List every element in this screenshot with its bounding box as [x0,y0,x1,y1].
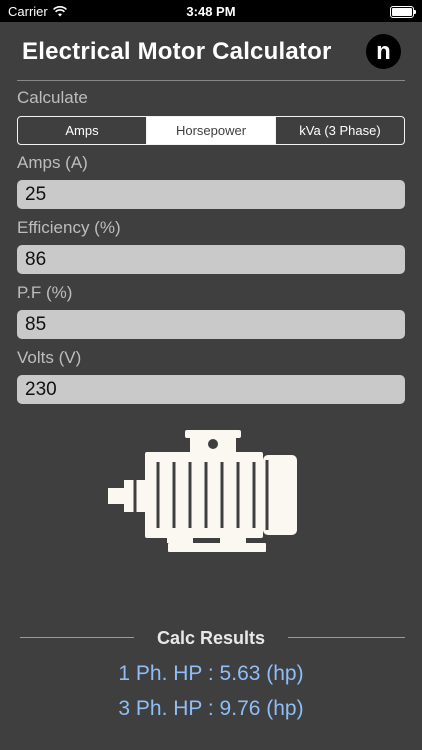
three-phase-result: 3 Ph. HP : 9.76 (hp) [118,697,304,720]
status-time: 3:48 PM [186,4,236,19]
amps-field[interactable]: 25 [17,180,405,209]
page-title: Electrical Motor Calculator [22,38,332,65]
volts-label: Volts (V) [17,348,82,367]
power-factor-label: P.F (%) [17,283,73,302]
segment-amps[interactable]: Amps [18,117,147,144]
calculate-label: Calculate [17,88,88,107]
segment-horsepower[interactable]: Horsepower [147,117,276,144]
header-divider [17,80,405,81]
calculate-segmented-control: Amps Horsepower kVa (3 Phase) [17,116,405,145]
single-phase-result: 1 Ph. HP : 5.63 (hp) [118,662,304,685]
volts-field[interactable]: 230 [17,375,405,404]
power-factor-field[interactable]: 85 [17,310,405,339]
electric-motor-icon [108,430,297,552]
segment-kva[interactable]: kVa (3 Phase) [276,117,404,144]
battery-icon [390,6,416,18]
amps-label: Amps (A) [17,153,88,172]
efficiency-field[interactable]: 86 [17,245,405,274]
status-bar: Carrier 3:48 PM [0,0,422,22]
app-logo-icon[interactable]: n [366,34,401,69]
results-title: Calc Results [156,628,266,648]
efficiency-label: Efficiency (%) [17,218,121,237]
